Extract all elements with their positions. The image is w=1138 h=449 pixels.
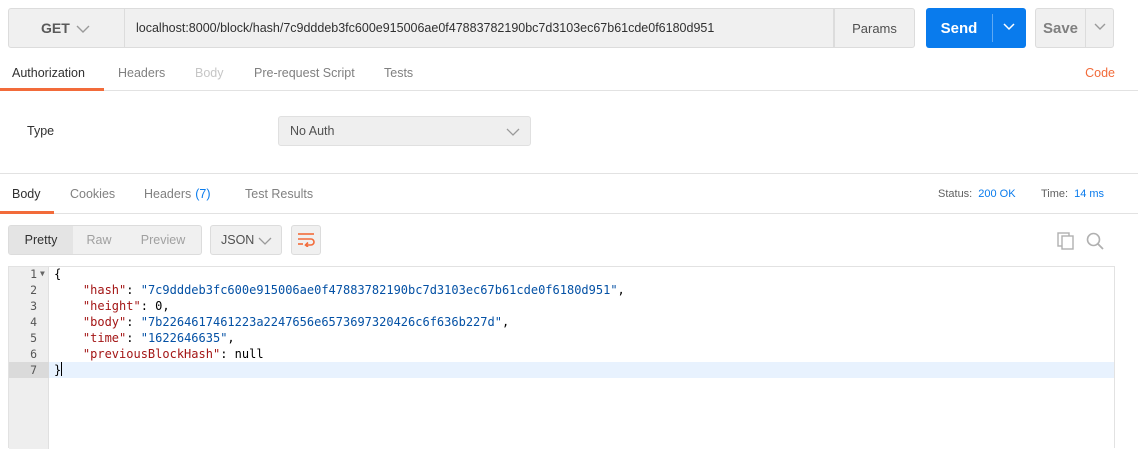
- code-line: 6 "previousBlockHash": null: [9, 346, 1114, 362]
- chevron-down-icon: [258, 235, 272, 250]
- line-number: 3: [30, 299, 37, 313]
- chevron-down-icon[interactable]: [1002, 21, 1016, 36]
- time-label: Time:: [1041, 188, 1069, 200]
- json-key: "hash": [82, 283, 127, 297]
- method-label: GET: [41, 20, 70, 36]
- json-key: "previousBlockHash": [82, 347, 221, 361]
- search-icon[interactable]: [1086, 232, 1104, 253]
- tab-response-headers[interactable]: Headers (7): [144, 174, 211, 214]
- text-cursor: [61, 362, 63, 376]
- send-button[interactable]: Send: [926, 8, 1026, 48]
- view-pretty-button[interactable]: Pretty: [9, 226, 73, 254]
- save-label: Save: [1042, 19, 1079, 37]
- json-string: "7b2264617461223a2247656e6573697320426c6…: [140, 315, 502, 329]
- url-input[interactable]: localhost:8000/block/hash/7c9dddeb3fc600…: [124, 8, 834, 48]
- auth-type-value: No Auth: [290, 124, 335, 138]
- format-value: JSON: [221, 233, 255, 247]
- json-number: 0: [155, 299, 163, 313]
- json-key: "height": [82, 299, 141, 313]
- json-key: "body": [82, 315, 127, 329]
- request-bar: GET localhost:8000/block/hash/7c9dddeb3f…: [8, 8, 1114, 48]
- copy-icon[interactable]: [1057, 232, 1075, 253]
- code-text: }: [54, 362, 63, 377]
- tab-response-body[interactable]: Body: [12, 174, 41, 214]
- save-divider: [1085, 9, 1086, 47]
- code-text: "hash": "7c9dddeb3fc600e915006ae0f478837…: [82, 283, 625, 297]
- wrap-lines-button[interactable]: [291, 225, 321, 255]
- send-divider: [992, 14, 993, 42]
- code-line: 2 "hash": "7c9dddeb3fc600e915006ae0f4788…: [9, 282, 1114, 298]
- json-null: null: [234, 347, 264, 361]
- response-tabs: Body Cookies Headers (7) Test Results St…: [0, 173, 1138, 214]
- save-button[interactable]: Save: [1035, 8, 1114, 48]
- code-line: 4 "body": "7b2264617461223a2247656e65736…: [9, 314, 1114, 330]
- json-string: "1622646635": [140, 331, 228, 345]
- code-text: "previousBlockHash": null: [82, 347, 264, 361]
- code-line-active: 7 }: [9, 362, 1114, 378]
- auth-type-select[interactable]: No Auth: [278, 116, 531, 146]
- code-text: {: [54, 267, 62, 281]
- send-label: Send: [940, 19, 978, 37]
- code-text: "time": "1622646635",: [82, 331, 235, 345]
- response-toolbar: Pretty Raw Preview JSON: [0, 214, 1138, 266]
- status-value: 200 OK: [978, 188, 1016, 200]
- line-number: 4: [30, 315, 37, 329]
- code-line: 5 "time": "1622646635",: [9, 330, 1114, 346]
- line-number: 6: [30, 347, 37, 361]
- view-raw-button[interactable]: Raw: [73, 226, 125, 254]
- tab-response-headers-label: Headers: [144, 187, 192, 201]
- tab-prerequest-script[interactable]: Pre-request Script: [254, 56, 355, 90]
- code-text: "body": "7b2264617461223a2247656e6573697…: [82, 315, 510, 329]
- fold-arrow-icon[interactable]: ▼: [40, 266, 45, 282]
- request-tabs: Authorization Headers Body Pre-request S…: [0, 56, 1138, 91]
- wrap-lines-icon: [297, 231, 315, 250]
- code-line: 3 "height": 0,: [9, 298, 1114, 314]
- tab-tests[interactable]: Tests: [384, 56, 413, 90]
- chevron-down-icon: [506, 126, 520, 141]
- time-value: 14 ms: [1074, 188, 1105, 200]
- chevron-down-icon: [76, 22, 90, 38]
- status-readout: Status: 200 OK: [938, 174, 1016, 214]
- tab-body[interactable]: Body: [195, 56, 224, 90]
- auth-type-label: Type: [27, 124, 55, 138]
- auth-panel: Type No Auth: [0, 91, 1138, 173]
- tab-test-results[interactable]: Test Results: [245, 174, 313, 214]
- json-key: "time": [82, 331, 127, 345]
- line-number: 5: [30, 331, 37, 345]
- format-select[interactable]: JSON: [210, 225, 282, 255]
- tab-authorization[interactable]: Authorization: [12, 56, 85, 90]
- chevron-down-icon[interactable]: [1093, 21, 1107, 36]
- view-preview-button[interactable]: Preview: [125, 226, 201, 254]
- code-link[interactable]: Code: [1085, 56, 1115, 90]
- line-number: 7: [9, 362, 49, 378]
- status-label: Status:: [938, 188, 973, 200]
- json-string: "7c9dddeb3fc600e915006ae0f47883782190bc7…: [140, 283, 618, 297]
- view-mode-group: Pretty Raw Preview: [8, 225, 202, 255]
- line-number: 2: [30, 283, 37, 297]
- tab-cookies[interactable]: Cookies: [70, 174, 115, 214]
- tab-headers[interactable]: Headers: [118, 56, 165, 90]
- params-button[interactable]: Params: [834, 8, 915, 48]
- method-select[interactable]: GET: [8, 8, 125, 48]
- time-readout: Time: 14 ms: [1041, 174, 1104, 214]
- response-body-editor[interactable]: 1 ▼ { 2 "hash": "7c9dddeb3fc600e915006ae…: [8, 266, 1115, 449]
- code-line: 1 ▼ {: [9, 266, 1114, 282]
- headers-count-badge: (7): [195, 187, 211, 201]
- code-text: "height": 0,: [82, 299, 170, 313]
